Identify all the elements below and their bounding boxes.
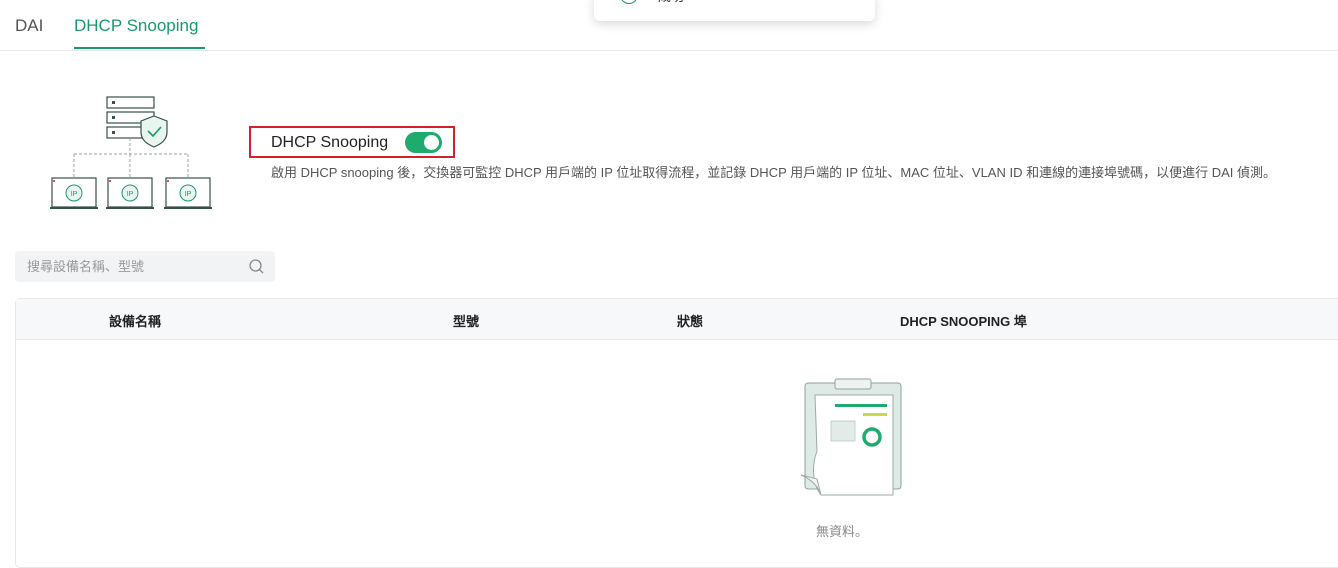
dhcp-snooping-toggle[interactable] [405, 132, 442, 153]
dhcp-snooping-toggle-group: DHCP Snooping [249, 126, 455, 158]
column-header-model[interactable]: 型號 [453, 311, 479, 330]
empty-state-icon [791, 375, 911, 505]
network-illustration: IP IP IP [48, 92, 216, 214]
toast-message: 成功 [658, 0, 684, 5]
success-toast: 成功 [594, 0, 875, 21]
ip-label: IP [185, 191, 192, 198]
search-icon[interactable] [248, 258, 265, 275]
empty-state-text: 無資料。 [816, 524, 869, 539]
ip-label: IP [127, 191, 134, 198]
column-header-device-name[interactable]: 設備名稱 [109, 311, 161, 330]
tab-dhcp-snooping[interactable]: DHCP Snooping [74, 16, 198, 36]
dhcp-snooping-description: 啟用 DHCP snooping 後，交換器可監控 DHCP 用戶端的 IP 位… [271, 165, 1276, 180]
check-circle-icon [620, 0, 638, 4]
table-header: 設備名稱 型號 狀態 DHCP SNOOPING 埠 [16, 299, 1338, 340]
ip-label: IP [71, 191, 78, 198]
laptop-icon: IP [106, 177, 154, 209]
dhcp-snooping-label: DHCP Snooping [271, 134, 389, 151]
laptop-icon: IP [50, 177, 98, 209]
search-input[interactable] [27, 251, 247, 282]
shield-icon [140, 115, 168, 148]
laptop-icon: IP [164, 177, 212, 209]
device-table: 設備名稱 型號 狀態 DHCP SNOOPING 埠 無資料。 [15, 298, 1338, 568]
tab-dai[interactable]: DAI [15, 16, 43, 36]
column-header-dhcp-snooping-port[interactable]: DHCP SNOOPING 埠 [900, 311, 1027, 330]
toggle-knob [424, 135, 439, 150]
column-header-status[interactable]: 狀態 [677, 311, 703, 330]
active-tab-indicator [74, 47, 205, 49]
search-box [15, 251, 275, 282]
